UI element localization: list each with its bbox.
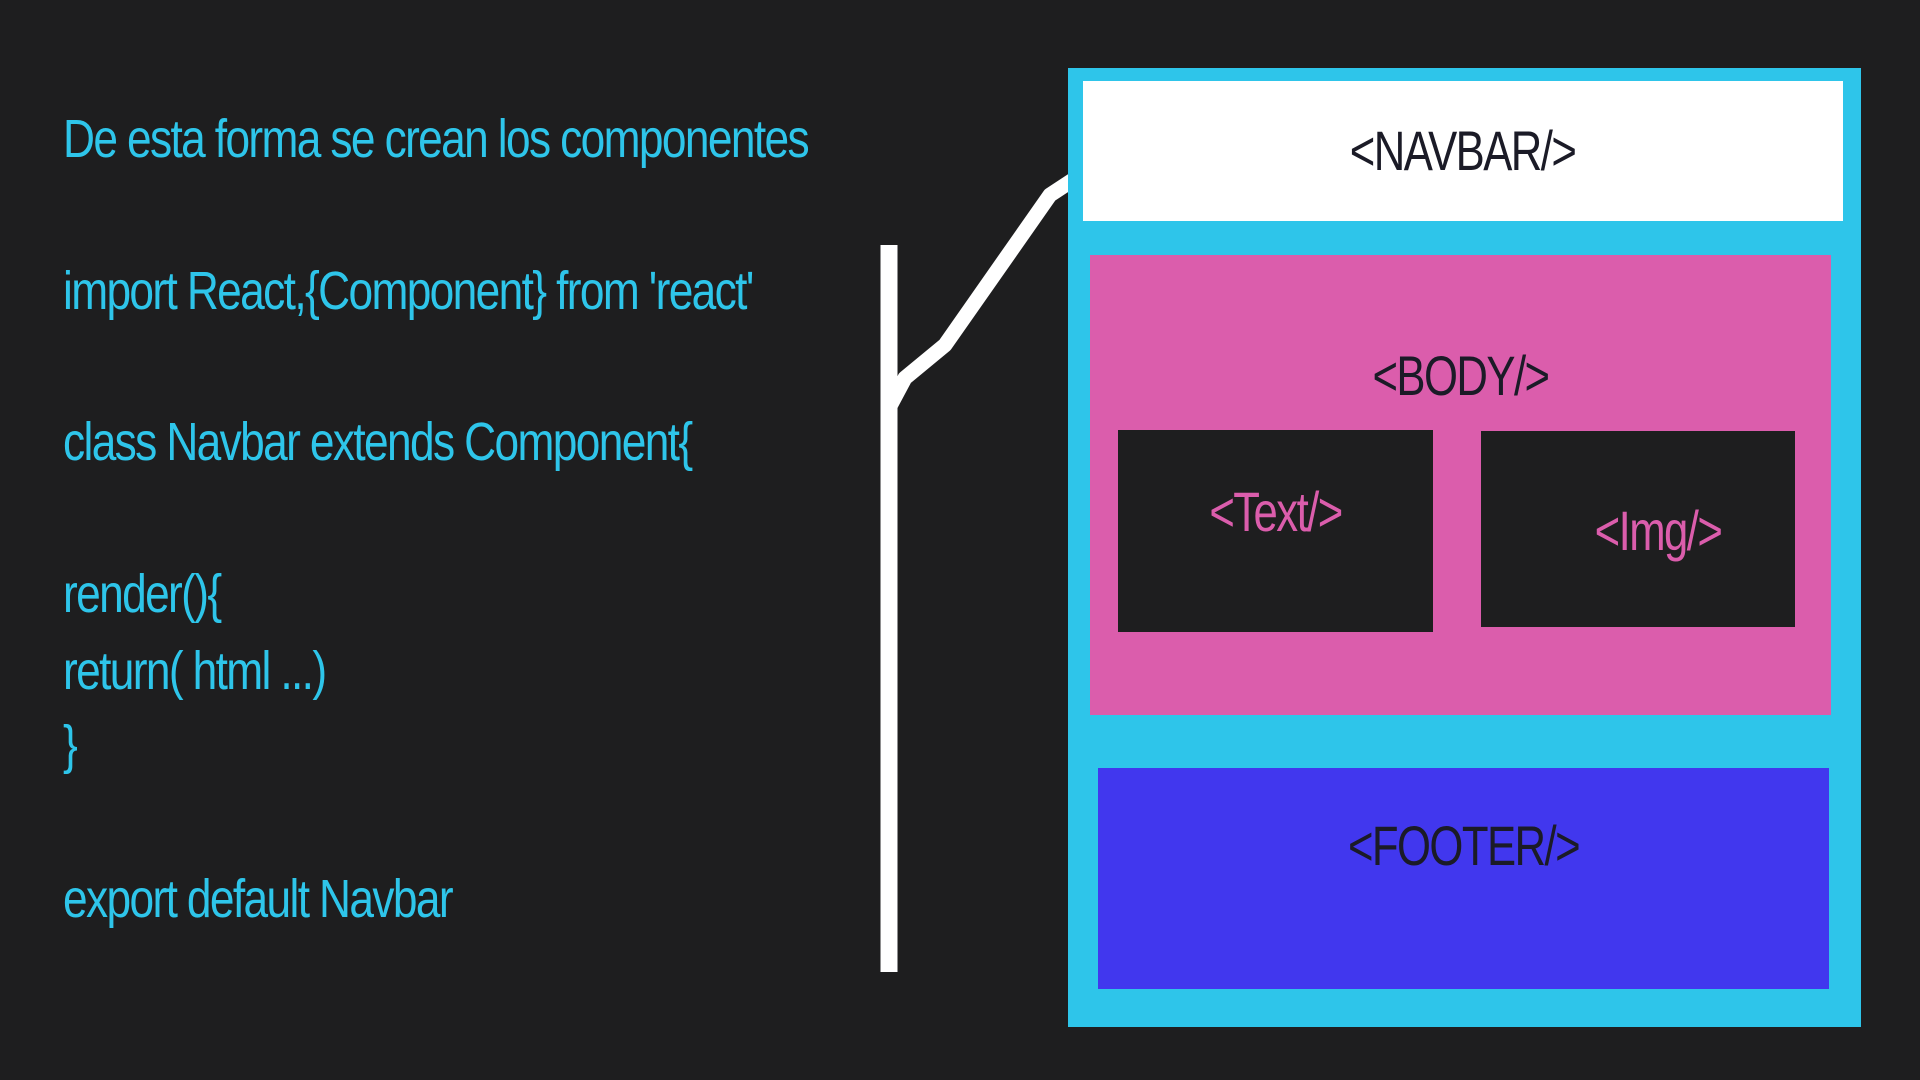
- import-line: import React,{Component} from 'react': [63, 261, 754, 321]
- render-line: render(){: [63, 564, 222, 624]
- footer-label: <FOOTER/>: [1347, 814, 1581, 877]
- body-box: <BODY/> <Text/> <Img/>: [1090, 255, 1831, 715]
- img-box: <Img/>: [1481, 431, 1795, 627]
- class-line: class Navbar extends Component{: [63, 412, 693, 472]
- footer-box: <FOOTER/>: [1098, 768, 1829, 989]
- body-label: <BODY/>: [1372, 344, 1550, 407]
- navbar-box: <NAVBAR/>: [1083, 81, 1843, 221]
- export-line: export default Navbar: [63, 869, 454, 929]
- close-brace: }: [63, 715, 78, 775]
- app-frame: <NAVBAR/> <BODY/> <Text/> <Img/> <FOOTER…: [1068, 68, 1861, 1027]
- diagonal-stroke: [881, 164, 1093, 416]
- heading-text: De esta forma se crean los componentes: [63, 109, 810, 169]
- return-line: return( html ...): [63, 641, 327, 701]
- text-label: <Text/>: [1209, 480, 1343, 543]
- navbar-label: <NAVBAR/>: [1350, 119, 1577, 182]
- text-box: <Text/>: [1118, 430, 1433, 632]
- img-label: <Img/>: [1594, 499, 1723, 562]
